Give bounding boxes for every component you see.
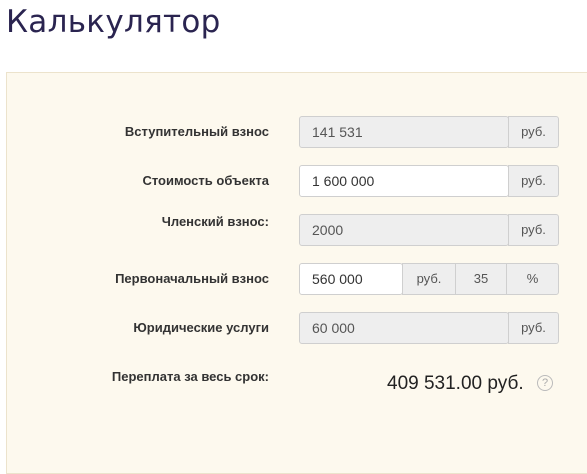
membership-fee-field[interactable]: 2000 [299,214,509,246]
legal-services-unit: руб. [508,312,559,344]
membership-fee-label: Членский взнос: [161,214,269,229]
entry-fee-field[interactable]: 141 531 [299,116,509,148]
legal-services-value: 60 000 [312,320,355,336]
legal-services-row: Юридические услуги 60 000 руб. [0,312,587,344]
page-title: Калькулятор [6,4,221,40]
entry-fee-label: Вступительный взнос [124,124,269,139]
membership-fee-row: Членский взнос: 2000 руб. [0,214,587,246]
down-payment-percent-unit: % [506,263,559,295]
entry-fee-unit: руб. [508,116,559,148]
object-cost-unit: руб. [508,165,559,197]
overpayment-label: Переплата за весь срок: [111,369,269,384]
overpayment-value: 409 531.00 руб. [387,373,524,394]
entry-fee-row: Вступительный взнос 141 531 руб. [0,116,587,148]
legal-services-label: Юридические услуги [133,320,269,335]
down-payment-row: Первоначальный взнос 560 000 руб. 35 % [0,263,587,295]
down-payment-value: 560 000 [312,271,363,287]
help-icon[interactable]: ? [537,375,553,391]
object-cost-value: 1 600 000 [312,173,375,189]
object-cost-label: Стоимость объекта [142,173,269,188]
membership-fee-value: 2000 [312,222,344,238]
object-cost-row: Стоимость объекта 1 600 000 руб. [0,165,587,197]
down-payment-label: Первоначальный взнос [115,271,269,286]
membership-fee-unit: руб. [508,214,559,246]
object-cost-input[interactable]: 1 600 000 [299,165,509,197]
entry-fee-value: 141 531 [312,124,363,140]
legal-services-field[interactable]: 60 000 [299,312,509,344]
down-payment-unit: руб. [402,263,456,295]
down-payment-percent-field[interactable]: 35 [455,263,507,295]
down-payment-input[interactable]: 560 000 [299,263,403,295]
